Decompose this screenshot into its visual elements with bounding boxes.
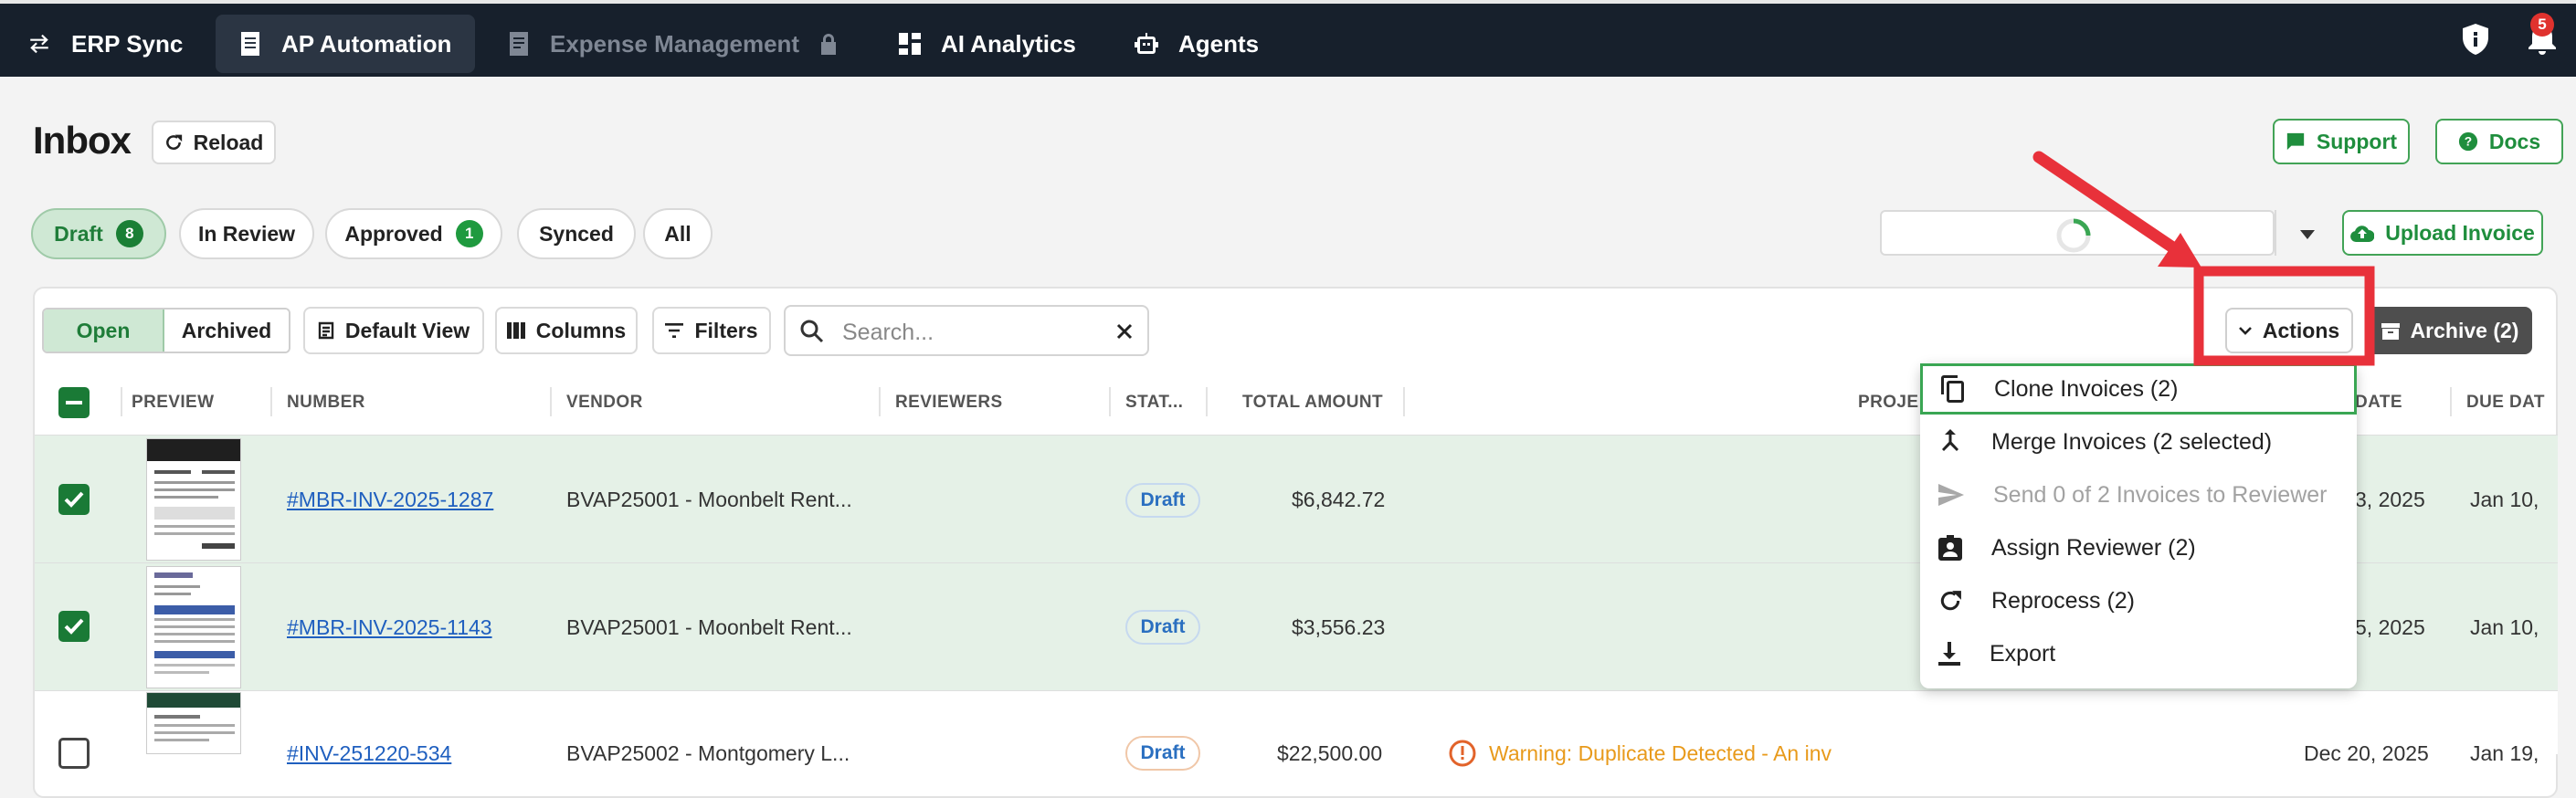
red-arrow-annotation — [2032, 151, 2201, 268]
red-highlight-box — [2193, 266, 2375, 366]
annotation-overlay — [2032, 151, 2375, 366]
